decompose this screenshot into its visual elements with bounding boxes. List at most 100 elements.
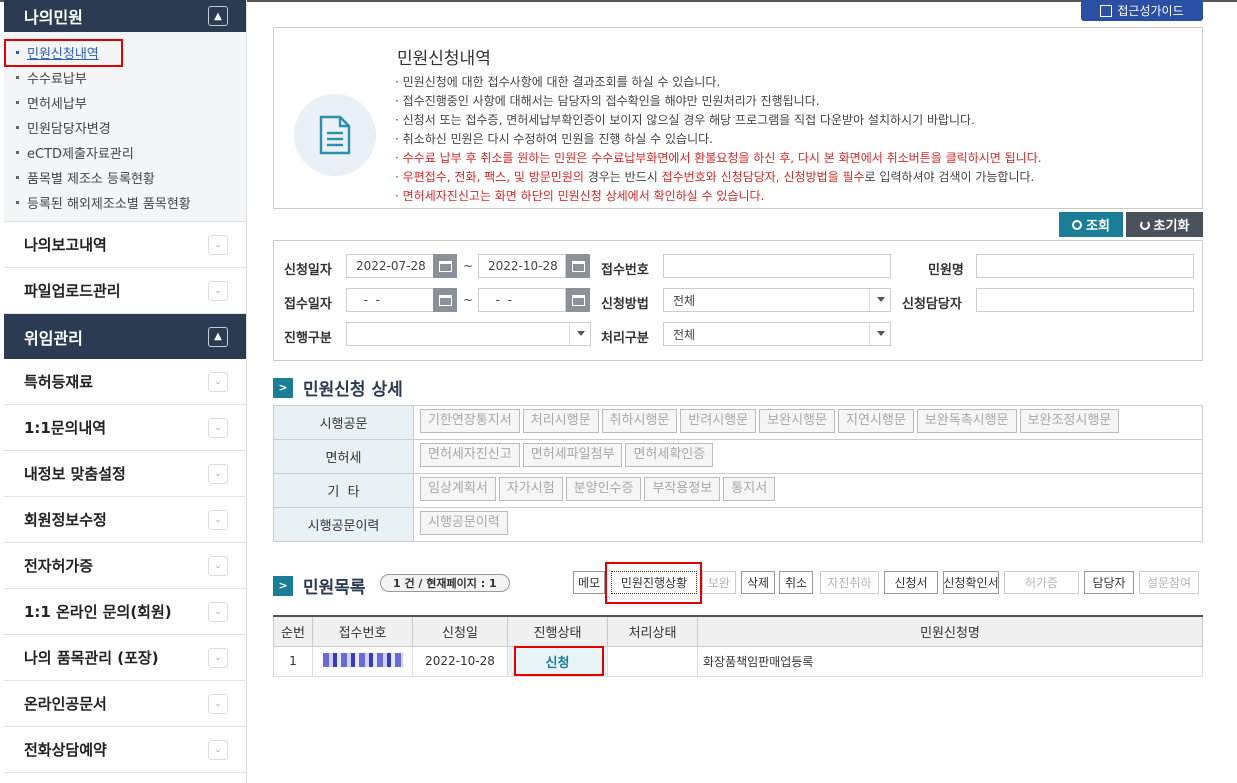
reset-button[interactable]: 초기화 xyxy=(1126,212,1203,237)
sidebar-item-fee-payment[interactable]: 수수료납부 xyxy=(4,65,246,90)
info-text-red: · xyxy=(395,170,403,184)
sidebar-menu-patent[interactable]: 특허등재료 ⌄ xyxy=(4,359,246,405)
manager-button[interactable]: 담당자 xyxy=(1084,571,1134,594)
delete-button[interactable]: 삭제 xyxy=(741,571,775,594)
bullet-icon xyxy=(16,201,19,204)
side-effect-info-button[interactable]: 부작용정보 xyxy=(644,477,721,501)
chevron-down-icon: ⌄ xyxy=(208,371,228,392)
reject-doc-button[interactable]: 반려시행문 xyxy=(680,409,757,433)
complaint-name-cell[interactable]: 화장품책임판매업등록 xyxy=(697,645,1203,677)
supplement-adjust-button[interactable]: 보완조정시행문 xyxy=(1019,409,1120,433)
sidebar-section-delegation[interactable]: 위임관리 ▲ xyxy=(4,314,246,359)
sidebar-item-overseas-plant[interactable]: 등록된 해외제조소별 품목현황 xyxy=(4,190,246,215)
info-line-warning: · 수수료 납부 후 취소를 원하는 민원은 수수료납부화면에서 환불요청을 하… xyxy=(395,151,1042,165)
collapse-icon[interactable]: ▲ xyxy=(208,326,228,347)
info-line: · 신청서 또는 접수증, 면허세납부확인증이 보이지 않으실 경우 해당 프로… xyxy=(395,113,975,127)
select-divider xyxy=(869,323,870,345)
survey-button[interactable]: 설문참여 xyxy=(1139,571,1199,594)
transfer-receipt-button[interactable]: 분양인수증 xyxy=(565,477,642,501)
table-header: 진행상태 xyxy=(507,615,608,647)
menu-label: 내정보 맞춤설정 xyxy=(24,465,126,483)
info-box: 민원신청내역 · 민원신청에 대한 접수사항에 대한 결과조회를 하실 수 있습… xyxy=(273,27,1203,209)
calendar-icon[interactable] xyxy=(566,288,590,312)
sidebar-menu-online-inquiry[interactable]: 1:1 온라인 문의(회원) ⌄ xyxy=(4,589,246,635)
cancel-button[interactable]: 취소 xyxy=(779,571,813,594)
supplement-button[interactable]: 보완 xyxy=(702,571,736,594)
tax-file-attach-button[interactable]: 면허세파일첨부 xyxy=(522,443,623,467)
notice-button[interactable]: 통지서 xyxy=(723,477,776,501)
apply-date-from-input[interactable]: 2022-07-28 xyxy=(346,254,434,278)
extension-notice-button[interactable]: 기한연장통지서 xyxy=(420,409,520,433)
menu-label: 회원정보수정 xyxy=(24,511,107,529)
processing-doc-button[interactable]: 처리시행문 xyxy=(522,409,599,433)
row-number: 1 xyxy=(273,645,313,677)
sidebar-section-my-complaints[interactable]: 나의민원 ▲ xyxy=(4,0,246,32)
application-confirm-button[interactable]: 신청확인서 xyxy=(943,571,999,594)
section-title-text: 민원신청 상세 xyxy=(303,380,403,400)
sidebar-item-label: 품목별 제조소 등록현황 xyxy=(27,172,155,187)
table-header: 순번 xyxy=(273,615,313,647)
detail-table: 시행공문 기한연장통지서 처리시행문 취하시행문 반려시행문 보완시행문 지연시행문 보완독… xyxy=(273,405,1203,542)
detail-row-buttons: 시행공문이력 xyxy=(413,507,1203,542)
info-line-mixed: · 우편접수, 전화, 팩스, 및 방문민원의 경우는 반드시 접수번호와 신청… xyxy=(395,168,1042,187)
sidebar-item-label: eCTD제출자료관리 xyxy=(27,147,134,162)
receipt-no-cell[interactable] xyxy=(312,645,413,677)
sidebar-menu-file-upload[interactable]: 파일업로드관리 ⌄ xyxy=(4,268,246,314)
clinical-plan-button[interactable]: 임상계획서 xyxy=(420,477,496,501)
apply-date-to-input[interactable]: 2022-10-28 xyxy=(478,254,566,278)
chevron-down-icon: ⌄ xyxy=(208,693,228,714)
sidebar-menu-my-products[interactable]: 나의 품목관리 (포장) ⌄ xyxy=(4,635,246,681)
doc-history-button[interactable]: 시행공문이력 xyxy=(420,511,508,535)
sidebar-menu-phone-booking[interactable]: 전화상담예약 ⌄ xyxy=(4,727,246,773)
sidebar-item-manager-change[interactable]: 민원담당자변경 xyxy=(4,115,246,140)
highlight-box xyxy=(4,39,123,67)
calendar-icon[interactable] xyxy=(566,254,590,278)
calendar-icon[interactable] xyxy=(433,254,457,278)
menu-label: 나의보고내역 xyxy=(24,236,107,254)
masked-receipt-number[interactable] xyxy=(322,652,403,667)
collapse-icon[interactable]: ▲ xyxy=(208,6,228,26)
delay-doc-button[interactable]: 지연시행문 xyxy=(837,409,914,433)
self-withdraw-button[interactable]: 자진취하 xyxy=(820,571,879,594)
accessibility-guide-button[interactable]: 접근성가이드 xyxy=(1081,0,1203,21)
complaint-name-input[interactable] xyxy=(976,254,1194,278)
receive-date-from-input[interactable]: - - xyxy=(346,288,434,312)
manager-input[interactable] xyxy=(976,288,1194,312)
chevron-right-icon: > xyxy=(273,377,293,398)
chevron-down-icon: ⌄ xyxy=(208,555,228,576)
table-row[interactable]: 1 2022-10-28 신청 화장품책임판매업등록 xyxy=(273,645,1203,677)
table-header: 신청일 xyxy=(412,615,508,647)
application-form-button[interactable]: 신청서 xyxy=(884,571,938,594)
sidebar-item-license-tax[interactable]: 면허세납부 xyxy=(4,90,246,115)
calendar-icon[interactable] xyxy=(433,288,457,312)
sidebar-item-plant-status[interactable]: 품목별 제조소 등록현황 xyxy=(4,165,246,190)
process-select[interactable]: 전체 xyxy=(663,322,891,346)
tax-confirm-button[interactable]: 면허세확인증 xyxy=(625,443,714,467)
tax-self-report-button[interactable]: 면허세자진신고 xyxy=(420,443,520,467)
sidebar-item-ectd[interactable]: eCTD제출자료관리 xyxy=(4,140,246,165)
receipt-no-input[interactable] xyxy=(663,254,891,278)
sidebar-menu-e-license[interactable]: 전자허가증 ⌄ xyxy=(4,543,246,589)
sidebar-menu-online-docs[interactable]: 온라인공문서 ⌄ xyxy=(4,681,246,727)
chevron-down-icon: ⌄ xyxy=(208,280,228,301)
apply-date-label: 신청일자 xyxy=(284,263,332,278)
progress-select[interactable] xyxy=(346,322,591,346)
withdraw-doc-button[interactable]: 취하시행문 xyxy=(601,409,678,433)
receive-date-to-input[interactable]: - - xyxy=(478,288,566,312)
sidebar-menu-custom-settings[interactable]: 내정보 맞춤설정 ⌄ xyxy=(4,451,246,497)
search-button[interactable]: 조회 xyxy=(1059,212,1123,237)
memo-button[interactable]: 메모 xyxy=(573,571,605,594)
info-list: · 민원신청에 대한 접수사항에 대한 결과조회를 하실 수 있습니다. · 접… xyxy=(395,73,1042,206)
sidebar-menu-member-edit[interactable]: 회원정보수정 ⌄ xyxy=(4,497,246,543)
sidebar-menu-inquiry[interactable]: 1:1문의내역 ⌄ xyxy=(4,405,246,451)
license-button[interactable]: 허가증 xyxy=(1004,571,1079,594)
sidebar-menu-my-reports[interactable]: 나의보고내역 ⌄ xyxy=(4,222,246,268)
detail-row-buttons: 임상계획서 자가시험 분양인수증 부작용정보 통지서 xyxy=(413,473,1203,508)
supplement-doc-button[interactable]: 보완시행문 xyxy=(759,409,835,433)
method-select[interactable]: 전체 xyxy=(663,288,891,312)
chevron-down-icon: ⌄ xyxy=(208,463,228,484)
detail-section-title: > 민원신청 상세 xyxy=(273,375,403,400)
detail-row-label: 시행공문이력 xyxy=(273,507,414,542)
supplement-reminder-button[interactable]: 보완독촉시행문 xyxy=(916,409,1017,433)
self-test-button[interactable]: 자가시험 xyxy=(498,477,563,501)
